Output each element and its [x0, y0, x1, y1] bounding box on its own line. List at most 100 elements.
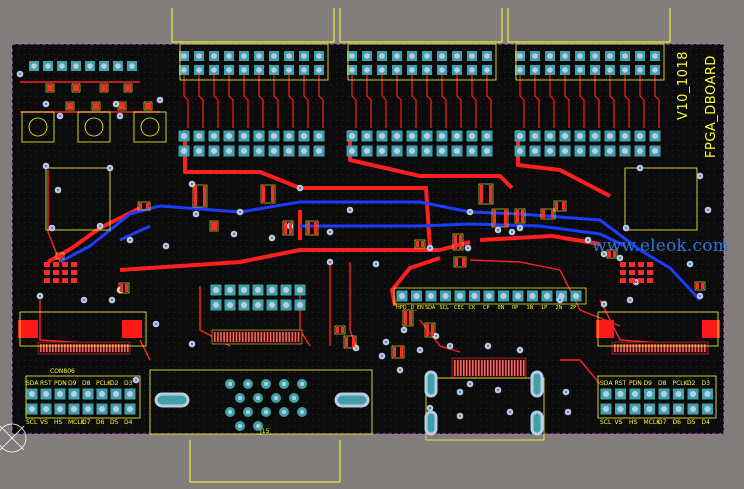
smd-pad: [53, 262, 59, 267]
smd-pad: [516, 210, 519, 222]
finger: [266, 332, 269, 342]
via-hole: [118, 114, 122, 118]
drill-hole: [42, 405, 50, 413]
drill-hole: [240, 147, 248, 155]
via-hole: [56, 188, 60, 192]
via-hole: [232, 232, 236, 236]
via-hole: [518, 226, 522, 230]
drill-hole: [602, 390, 610, 398]
finger: [272, 332, 275, 342]
smd-pad: [71, 270, 77, 275]
finger: [657, 344, 659, 352]
finger: [688, 344, 690, 352]
drill-hole: [409, 67, 415, 73]
finger: [52, 344, 54, 352]
smd-pad: [562, 202, 565, 210]
via-hole: [448, 344, 452, 348]
drill-hole: [56, 390, 64, 398]
board-name-label: FPGA_DBOARD: [704, 55, 719, 158]
drill-hole: [621, 132, 629, 140]
finger: [109, 344, 111, 352]
pin-label: D8: [82, 380, 91, 387]
pcb-layout-canvas[interactable]: V10_1018 FPGA_DBOARD www.eleok.com CON80…: [0, 0, 744, 489]
via-hole: [158, 98, 162, 102]
finger: [285, 332, 287, 342]
drill-hole: [349, 53, 355, 59]
smd-pad: [284, 222, 287, 234]
drill-hole: [226, 286, 234, 294]
drill-hole: [591, 147, 599, 155]
drill-hole: [180, 132, 188, 140]
drill-hole: [59, 63, 65, 69]
drill-hole: [70, 390, 78, 398]
smd-pad: [314, 222, 317, 234]
drill-hole: [516, 147, 524, 155]
smd-pad: [493, 210, 496, 226]
via-hole: [688, 262, 692, 266]
drill-hole: [84, 405, 92, 413]
drill-hole: [423, 147, 431, 155]
finger: [475, 360, 477, 376]
finger: [679, 344, 681, 352]
smd-pad: [139, 203, 142, 209]
finger: [654, 344, 656, 352]
finger: [614, 344, 616, 352]
pin-label: SDA: [425, 305, 436, 311]
drill-hole: [126, 390, 134, 398]
smd-pad: [455, 258, 458, 266]
smd-pad: [620, 270, 626, 275]
finger: [100, 344, 102, 352]
finger: [496, 360, 498, 376]
smd-pad: [480, 185, 483, 203]
smd-pad: [125, 85, 128, 91]
smd-pad: [62, 262, 68, 267]
drill-hole: [546, 132, 554, 140]
drill-hole: [675, 405, 682, 413]
smd-pad: [629, 278, 635, 283]
pin-label: D5: [687, 419, 696, 426]
drill-hole: [256, 67, 262, 73]
pin-label: 2N: [555, 305, 563, 311]
drill-hole: [646, 390, 653, 398]
finger: [124, 344, 126, 352]
drill-hole: [517, 53, 523, 59]
drill-hole: [268, 286, 276, 294]
drill-hole: [282, 382, 286, 386]
drill-hole: [196, 53, 202, 59]
via-hole: [82, 298, 86, 302]
drill-hole: [394, 53, 400, 59]
drill-hole: [271, 53, 277, 59]
smd-pad: [629, 270, 635, 275]
smd-pad: [555, 202, 558, 210]
finger: [73, 344, 75, 352]
drill-hole: [483, 147, 491, 155]
via-hole: [624, 226, 628, 230]
finger: [517, 360, 519, 376]
drill-hole: [364, 67, 370, 73]
drill-hole: [631, 405, 639, 413]
finger: [490, 360, 492, 376]
finger: [493, 360, 495, 376]
finger: [263, 332, 266, 342]
smd-pad: [421, 241, 424, 247]
drill-hole: [238, 396, 242, 400]
via-hole: [110, 298, 114, 302]
pin-label: SDA: [600, 380, 613, 387]
smd-pad: [70, 103, 73, 109]
via-hole: [134, 378, 138, 382]
drill-hole: [483, 132, 491, 140]
via-hole: [298, 186, 302, 190]
finger: [651, 344, 653, 352]
finger: [88, 344, 90, 352]
drill-hole: [255, 147, 263, 155]
smd-pad: [696, 283, 699, 289]
finger: [291, 332, 294, 342]
finger: [58, 344, 60, 352]
smd-pad: [128, 85, 131, 91]
drill-hole: [212, 286, 220, 294]
smd-pad: [71, 262, 77, 267]
pin-label: RST: [40, 380, 52, 387]
smd-pad: [57, 254, 60, 258]
board-version-label: V10_1018: [676, 50, 691, 120]
drill-hole: [631, 390, 639, 398]
